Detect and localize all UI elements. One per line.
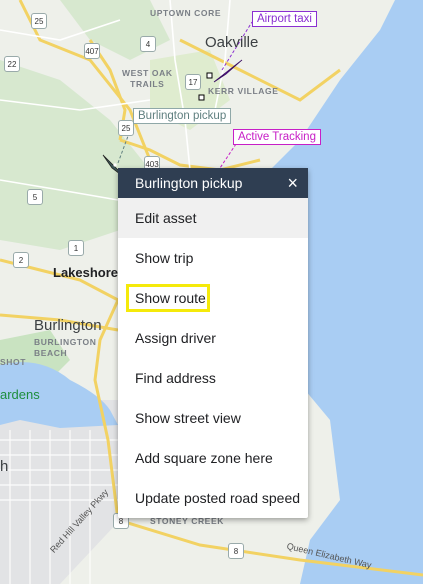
route-shield: 1 [68, 240, 84, 256]
callout-active-tracking[interactable]: Active Tracking [233, 129, 321, 145]
label-kerr-village: KERR VILLAGE [208, 86, 279, 96]
menu-item-edit-asset[interactable]: Edit asset [118, 198, 308, 238]
menu-item-add-square-zone[interactable]: Add square zone here [118, 438, 308, 478]
route-shield: 5 [27, 189, 43, 205]
label-burlington-beach: BURLINGTON BEACH [34, 337, 97, 358]
label-west-oak-trails: WEST OAK TRAILS [122, 68, 173, 89]
route-shield: 25 [118, 120, 134, 136]
route-shield: 2 [13, 252, 29, 268]
label-burlington: Burlington [34, 317, 102, 334]
label-uptown-core: UPTOWN CORE [150, 8, 222, 18]
label-gardens: ardens [0, 387, 40, 402]
menu-item-show-route[interactable]: Show route [118, 278, 308, 318]
callout-burlington-pickup[interactable]: Burlington pickup [133, 108, 232, 124]
route-shield: 407 [84, 43, 100, 59]
menu-item-update-road-speed[interactable]: Update posted road speed [118, 478, 308, 518]
menu-item-find-address[interactable]: Find address [118, 358, 308, 398]
label-h: h [0, 458, 9, 475]
menu-item-show-trip[interactable]: Show trip [118, 238, 308, 278]
route-shield: 25 [31, 13, 47, 29]
menu-item-show-route-label: Show route [135, 290, 206, 306]
route-shield: 4 [140, 36, 156, 52]
route-shield: 17 [185, 74, 201, 90]
context-menu-title: Burlington pickup [135, 175, 243, 191]
asset-context-menu: Burlington pickup × Edit asset Show trip… [118, 168, 308, 518]
menu-item-assign-driver[interactable]: Assign driver [118, 318, 308, 358]
context-menu-header: Burlington pickup × [118, 168, 308, 198]
menu-item-show-street-view[interactable]: Show street view [118, 398, 308, 438]
close-icon[interactable]: × [287, 174, 298, 192]
route-shield: 8 [228, 543, 244, 559]
label-lakeshore: Lakeshore [53, 265, 119, 280]
callout-airport-taxi[interactable]: Airport taxi [252, 11, 317, 27]
route-shield: 22 [4, 56, 20, 72]
label-shot: SHOT [0, 357, 27, 367]
label-oakville: Oakville [205, 34, 259, 51]
